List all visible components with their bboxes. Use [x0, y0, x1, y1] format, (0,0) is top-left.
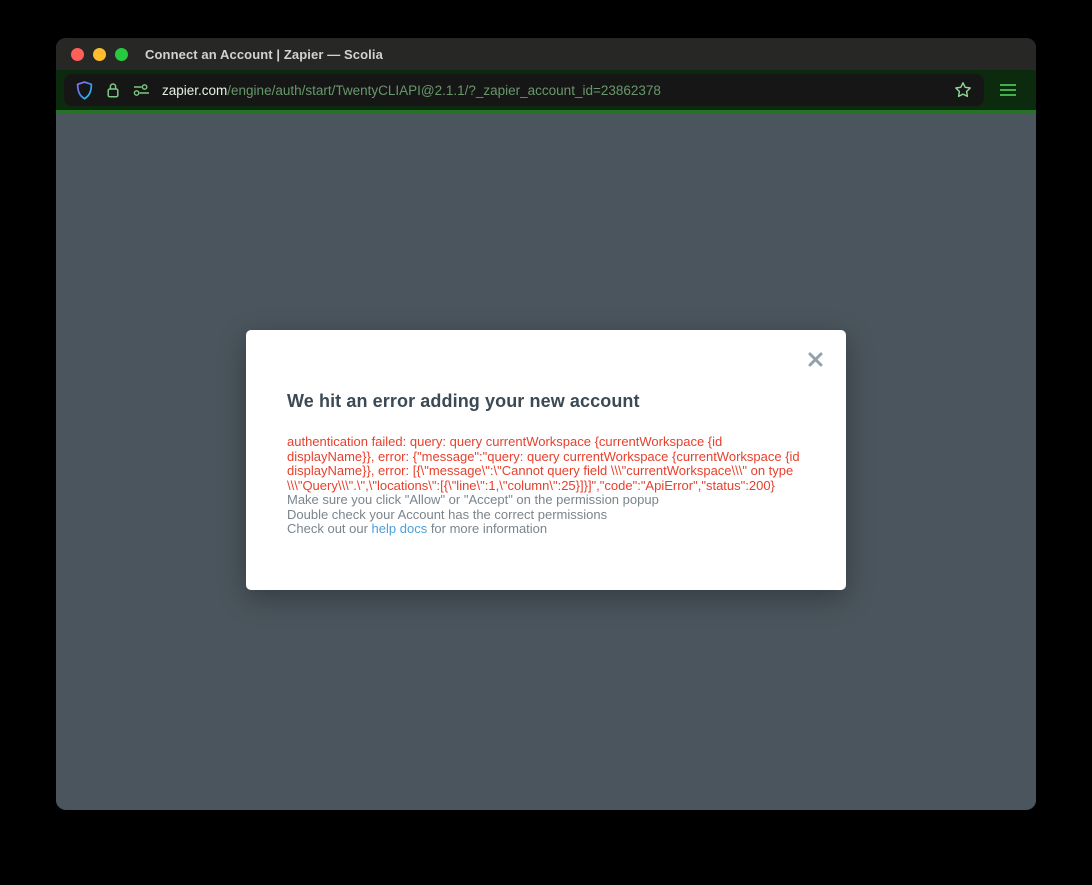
- browser-window: Connect an Account | Zapier — Scolia zap…: [56, 38, 1036, 810]
- hint-help-suffix: for more information: [427, 521, 548, 536]
- close-window-button[interactable]: [71, 47, 84, 61]
- desktop-background: Connect an Account | Zapier — Scolia zap…: [0, 0, 1092, 885]
- help-docs-link[interactable]: help docs: [372, 521, 428, 536]
- page-content: We hit an error adding your new account …: [56, 113, 1036, 807]
- titlebar[interactable]: Connect an Account | Zapier — Scolia: [56, 38, 1036, 70]
- hint-check-permissions: Double check your Account has the correc…: [287, 506, 608, 522]
- hint-allow-accept: Make sure you click "Allow" or "Accept" …: [287, 492, 659, 507]
- app-menu-button[interactable]: [988, 74, 1028, 106]
- tracking-protection-shield-icon[interactable]: [76, 80, 93, 100]
- browser-toolbar: zapier.com/engine/auth/start/TwentyCLIAP…: [56, 70, 1036, 113]
- minimize-window-button[interactable]: [93, 47, 106, 61]
- close-icon: [808, 352, 822, 366]
- connection-secure-lock-icon[interactable]: [106, 82, 120, 99]
- hint-help-docs: Check out our help docs for more informa…: [287, 521, 805, 537]
- bookmark-star-icon[interactable]: [954, 81, 972, 99]
- address-bar[interactable]: zapier.com/engine/auth/start/TwentyCLIAP…: [64, 74, 984, 106]
- window-title: Connect an Account | Zapier — Scolia: [145, 46, 383, 62]
- site-permissions-icon[interactable]: [133, 83, 150, 97]
- modal-body: authentication failed: query: query curr…: [287, 434, 805, 537]
- url-text: zapier.com/engine/auth/start/TwentyCLIAP…: [162, 83, 944, 98]
- error-message: authentication failed: query: query curr…: [287, 434, 800, 493]
- modal-close-button[interactable]: [803, 347, 827, 371]
- url-path: /engine/auth/start/TwentyCLIAPI@2.1.1/?_…: [227, 82, 661, 98]
- traffic-lights: [71, 47, 128, 61]
- hint-help-prefix: Check out our: [287, 521, 372, 536]
- error-modal: We hit an error adding your new account …: [246, 330, 846, 590]
- zoom-window-button[interactable]: [115, 47, 128, 61]
- hamburger-menu-icon: [1000, 84, 1016, 96]
- url-host: zapier.com: [162, 82, 228, 98]
- modal-title: We hit an error adding your new account: [287, 391, 640, 411]
